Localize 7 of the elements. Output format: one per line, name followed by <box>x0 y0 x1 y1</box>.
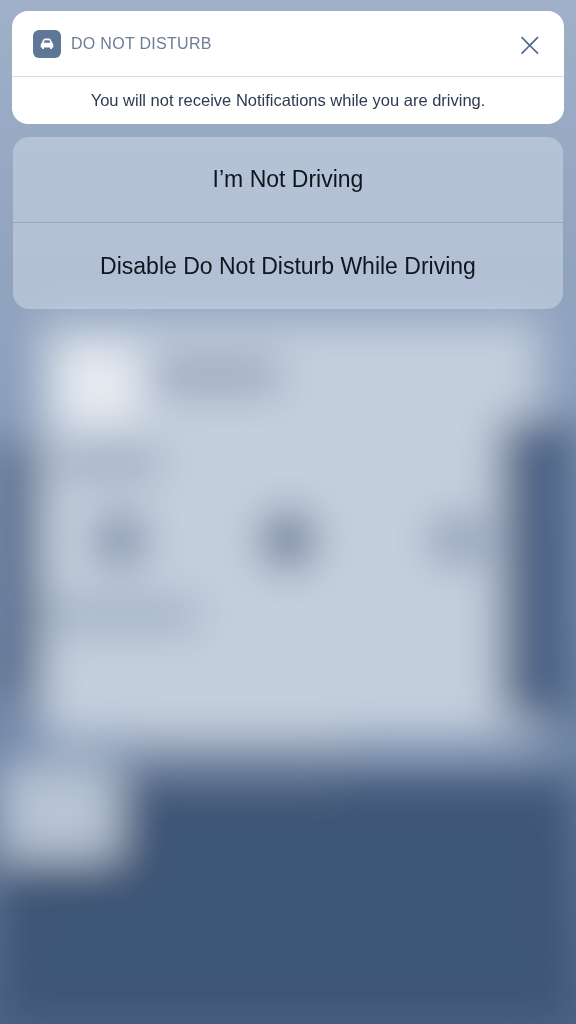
action-button[interactable]: Disable Do Not Disturb While Driving <box>13 223 563 309</box>
car-icon <box>33 29 61 58</box>
app-name: DO NOT DISTURB <box>71 34 213 53</box>
notification-card[interactable]: DO NOT DISTURB × You will not receive Notifications while you are driving. <box>12 11 564 124</box>
close-button[interactable]: × <box>511 26 548 61</box>
action-button[interactable]: I’m Not Driving <box>13 137 563 223</box>
notification-message: You will not receive Notifications while you are driving. <box>89 90 487 111</box>
